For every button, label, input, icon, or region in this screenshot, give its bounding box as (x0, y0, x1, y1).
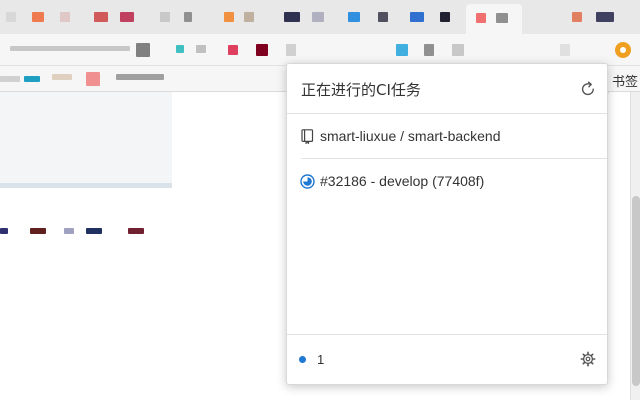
toolbar-icon[interactable] (452, 44, 464, 56)
toolbar-icon[interactable] (560, 44, 570, 56)
page-content-chip (0, 228, 8, 234)
tab-favicon[interactable] (410, 12, 424, 22)
tab-favicon[interactable] (60, 12, 70, 22)
divider (301, 158, 607, 159)
page-scrollbar[interactable] (630, 92, 640, 400)
status-dot-icon (299, 356, 306, 363)
popup-header: 正在进行的CI任务 (287, 64, 607, 114)
tab-favicon (476, 13, 486, 23)
running-job-count: 1 (317, 352, 325, 367)
toolbar-icon[interactable] (396, 44, 408, 56)
tab-favicon[interactable] (224, 12, 234, 22)
active-tab[interactable] (466, 4, 522, 34)
address-bar[interactable] (10, 46, 130, 51)
running-icon (300, 174, 315, 189)
toolbar-icon[interactable] (256, 44, 268, 56)
browser-tab-strip (0, 0, 640, 34)
popup-footer: 1 (287, 334, 607, 384)
tab-favicon[interactable] (284, 12, 300, 22)
bookmark-item[interactable] (116, 74, 164, 80)
toolbar-icon[interactable] (228, 45, 238, 55)
extension-icon[interactable] (615, 42, 631, 58)
tab-favicon[interactable] (6, 12, 16, 22)
ci-job-label[interactable]: #32186 - develop (77408f) (320, 173, 484, 189)
popup-title: 正在进行的CI任务 (301, 81, 421, 99)
repo-icon (301, 129, 314, 144)
ci-job-row[interactable]: #32186 - develop (77408f) (287, 169, 607, 195)
bookmark-item[interactable] (24, 76, 40, 82)
toolbar-icon[interactable] (196, 45, 206, 53)
tab-favicon[interactable] (184, 12, 192, 22)
bookmarks-label[interactable]: 书签 (612, 71, 638, 90)
page-content-chip (128, 228, 144, 234)
page-content-chip (30, 228, 46, 234)
toolbar-icon[interactable] (136, 43, 150, 57)
ci-jobs-popup: 正在进行的CI任务 smart-liuxue / smart-backend #… (286, 63, 608, 385)
toolbar-icon[interactable] (176, 45, 184, 53)
page-content-panel (0, 92, 172, 188)
tab-favicon[interactable] (348, 12, 360, 22)
tab-favicon[interactable] (312, 12, 324, 22)
tab-favicon (496, 13, 508, 23)
refresh-icon[interactable] (580, 81, 596, 97)
page-content-chip (86, 228, 102, 234)
tab-favicon[interactable] (160, 12, 170, 22)
project-name[interactable]: smart-liuxue / smart-backend (320, 128, 501, 144)
scrollbar-thumb[interactable] (632, 196, 640, 386)
tab-favicon[interactable] (32, 12, 44, 22)
tab-favicon[interactable] (244, 12, 254, 22)
tab-favicon[interactable] (120, 12, 134, 22)
tab-favicon[interactable] (440, 12, 450, 22)
toolbar-icon[interactable] (424, 44, 434, 56)
project-row[interactable]: smart-liuxue / smart-backend (287, 115, 607, 159)
gear-icon[interactable] (580, 351, 596, 367)
page-content-chip (64, 228, 74, 234)
browser-toolbar (0, 34, 640, 95)
tab-favicon[interactable] (94, 12, 108, 22)
bookmark-item[interactable] (0, 76, 20, 82)
toolbar-icon[interactable] (286, 44, 296, 56)
bookmark-item[interactable] (86, 72, 100, 86)
tab-favicon[interactable] (596, 12, 614, 22)
tab-favicon[interactable] (378, 12, 388, 22)
tab-favicon[interactable] (572, 12, 582, 22)
bookmark-item[interactable] (52, 74, 72, 80)
